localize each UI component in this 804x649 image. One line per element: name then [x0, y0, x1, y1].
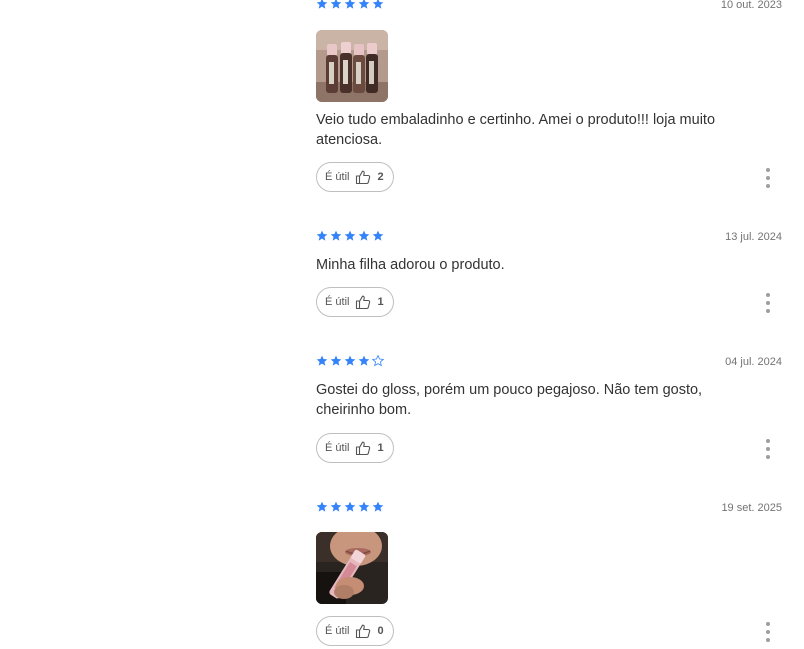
helpful-button[interactable]: É útil 2 [316, 162, 394, 192]
review-date: 19 set. 2025 [721, 502, 782, 514]
star-filled-icon [316, 230, 328, 241]
helpful-count: 1 [377, 296, 384, 308]
helpful-label: É útil [325, 625, 350, 637]
thumbs-up-icon [356, 295, 371, 310]
star-empty-icon [372, 355, 384, 367]
star-filled-icon [344, 355, 356, 366]
star-filled-icon [344, 501, 356, 512]
review-item: 04 jul. 2024 Gostei do gloss, porém um p… [316, 355, 782, 467]
star-rating [316, 501, 384, 513]
helpful-count: 2 [377, 171, 384, 183]
thumbs-up-icon [356, 624, 371, 639]
review-header: 04 jul. 2024 [316, 355, 782, 369]
review-date: 04 jul. 2024 [725, 356, 782, 368]
star-filled-icon [330, 355, 342, 366]
more-options-icon[interactable] [764, 439, 772, 459]
star-filled-icon [330, 501, 342, 512]
lip-gloss-tubes-photo [316, 30, 388, 102]
review-item: 13 jul. 2024 Minha filha adorou o produt… [316, 230, 782, 322]
helpful-count: 0 [377, 625, 384, 637]
review-text: Veio tudo embaladinho e certinho. Amei o… [316, 112, 716, 148]
star-filled-icon [372, 0, 384, 9]
helpful-button[interactable]: É útil 1 [316, 433, 394, 463]
more-options-icon[interactable] [764, 622, 772, 642]
helpful-button[interactable]: É útil 0 [316, 616, 394, 646]
star-filled-icon [344, 0, 356, 9]
review-header: 10 out. 2023 [316, 0, 782, 12]
star-filled-icon [358, 355, 370, 366]
star-filled-icon [316, 355, 328, 366]
helpful-count: 1 [377, 442, 384, 454]
star-filled-icon [358, 230, 370, 241]
review-header: 19 set. 2025 [316, 501, 782, 515]
helpful-label: É útil [325, 296, 350, 308]
star-rating [316, 0, 384, 10]
review-header: 13 jul. 2024 [316, 230, 782, 244]
person-holding-gloss-photo [316, 532, 388, 604]
star-filled-icon [330, 230, 342, 241]
review-item: 10 out. 2023 Veio tudo embaladinho e cer… [316, 0, 782, 196]
star-filled-icon [358, 501, 370, 512]
review-text: Gostei do gloss, porém um pouco pegajoso… [316, 382, 703, 418]
star-filled-icon [330, 0, 342, 9]
helpful-label: É útil [325, 442, 350, 454]
more-options-icon[interactable] [764, 168, 772, 188]
review-item: 19 set. 2025 É útil 0 [316, 501, 782, 649]
star-rating [316, 230, 384, 242]
star-filled-icon [372, 501, 384, 512]
helpful-label: É útil [325, 171, 350, 183]
thumbs-up-icon [356, 170, 371, 185]
review-date: 13 jul. 2024 [725, 231, 782, 243]
review-date: 10 out. 2023 [720, 0, 782, 11]
helpful-button[interactable]: É útil 1 [316, 287, 394, 317]
review-photo[interactable] [316, 532, 388, 604]
star-filled-icon [344, 230, 356, 241]
review-photo[interactable] [316, 30, 388, 102]
star-filled-icon [372, 230, 384, 241]
star-rating [316, 355, 384, 367]
thumbs-up-icon [356, 441, 371, 456]
review-text: Minha filha adorou o produto. [316, 257, 505, 273]
star-filled-icon [316, 0, 328, 9]
star-filled-icon [316, 501, 328, 512]
more-options-icon[interactable] [764, 293, 772, 313]
star-filled-icon [358, 0, 370, 9]
